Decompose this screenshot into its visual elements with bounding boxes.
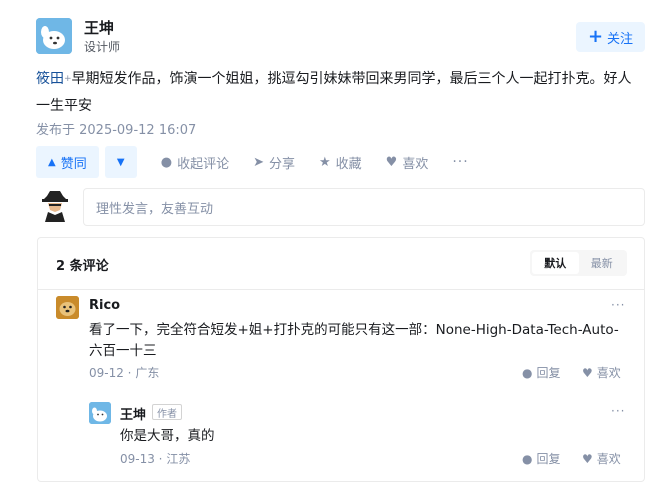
reply-author-avatar[interactable] <box>89 402 111 424</box>
dog-avatar-icon <box>36 18 72 54</box>
content-text: 早期短发作品，饰演一个姐姐，挑逗勾引妹妹带回来男同学，最后三个人一起打扑克。好人… <box>36 71 632 114</box>
plus-icon: + <box>587 26 604 47</box>
like-button[interactable]: ♥ 喜欢 <box>386 153 429 172</box>
author-name[interactable]: 王坤 <box>84 17 114 38</box>
favorite-label: 收藏 <box>335 156 362 172</box>
vote-down-button[interactable]: ▼ <box>104 146 137 178</box>
publish-time: 发布于 2025-09-12 16:07 <box>36 123 197 138</box>
like-label: 喜欢 <box>402 156 429 172</box>
reply-author-name[interactable]: 王坤 <box>120 404 146 423</box>
reply-meta: 09-13 · 江苏 <box>120 452 191 466</box>
dog-avatar-icon <box>89 402 111 424</box>
triangle-up-icon: ▲ <box>48 156 56 168</box>
current-user-avatar <box>38 188 72 222</box>
triangle-down-icon: ▼ <box>116 156 125 168</box>
reply-icon: ● <box>522 451 533 466</box>
collapse-comments-label: 收起评论 <box>177 156 230 172</box>
comment-text: 看了一下，完全符合短发+姐+打扑克的可能只有这一部：None-High-Data… <box>89 322 619 359</box>
more-actions-button[interactable]: ··· <box>452 154 468 170</box>
action-bar: ▲ 赞同 ▼ ● 收起评论 ➤ 分享 ★ 收藏 ♥ 喜欢 ··· <box>36 146 469 178</box>
reply-label: 回复 <box>536 452 561 466</box>
comment-more-icon[interactable]: ··· <box>611 404 625 418</box>
comments-panel: 2 条评论 默认 最新 Rico ··· 看了一下，完全符合短发+姐+打扑克的可… <box>37 237 645 482</box>
comments-header: 2 条评论 默认 最新 <box>38 238 644 290</box>
follow-label: 关注 <box>607 31 634 47</box>
comment-meta: 09-12 · 广东 <box>89 366 160 380</box>
comment-reply-button[interactable]: ● 回复 <box>522 364 561 381</box>
like-label: 喜欢 <box>596 452 621 466</box>
comment-more-icon[interactable]: ··· <box>611 298 625 312</box>
follow-button[interactable]: + 关注 <box>576 22 645 52</box>
share-button[interactable]: ➤ 分享 <box>253 153 295 172</box>
spy-avatar-icon <box>38 188 72 222</box>
comments-count: 2 条评论 <box>56 259 109 274</box>
comment-input[interactable]: 理性发言，友善互动 <box>83 188 645 226</box>
more-icon: ··· <box>452 154 469 170</box>
answer-content: 筱田+早期短发作品，饰演一个姐姐，挑逗勾引妹妹带回来男同学，最后三个人一起打扑克… <box>36 66 638 120</box>
heart-icon: ♥ <box>582 451 593 466</box>
sort-default-tab[interactable]: 默认 <box>532 252 579 274</box>
author-title: 设计师 <box>84 40 121 54</box>
comment-input-placeholder: 理性发言，友善互动 <box>96 201 214 217</box>
comment-like-button[interactable]: ♥ 喜欢 <box>582 450 621 467</box>
vote-up-label: 赞同 <box>60 156 87 172</box>
share-label: 分享 <box>268 156 295 172</box>
sort-latest-tab[interactable]: 最新 <box>579 252 626 274</box>
tag-mark: + <box>64 74 72 84</box>
reply-icon: ● <box>522 365 533 380</box>
sort-switch: 默认 最新 <box>530 250 627 276</box>
author-badge: 作者 <box>152 404 182 420</box>
like-label: 喜欢 <box>596 366 621 380</box>
comment-like-button[interactable]: ♥ 喜欢 <box>582 364 621 381</box>
reply-text: 你是大哥，真的 <box>120 428 215 444</box>
vote-up-button[interactable]: ▲ 赞同 <box>36 146 99 178</box>
author-avatar[interactable] <box>36 18 72 54</box>
favorite-button[interactable]: ★ 收藏 <box>319 153 362 172</box>
collapse-comments-button[interactable]: ● 收起评论 <box>161 153 229 172</box>
commenter-avatar[interactable] <box>56 296 79 319</box>
content-tag-link[interactable]: 筱田 <box>36 71 64 87</box>
dog-face-avatar-icon <box>56 296 79 319</box>
comment-icon: ● <box>160 154 173 170</box>
reply-label: 回复 <box>536 366 561 380</box>
commenter-name[interactable]: Rico <box>89 298 120 313</box>
heart-icon: ♥ <box>582 365 593 380</box>
star-icon: ★ <box>319 154 331 170</box>
comment-reply-button[interactable]: ● 回复 <box>522 450 561 467</box>
paper-plane-icon: ➤ <box>253 154 264 170</box>
heart-icon: ♥ <box>385 154 398 170</box>
